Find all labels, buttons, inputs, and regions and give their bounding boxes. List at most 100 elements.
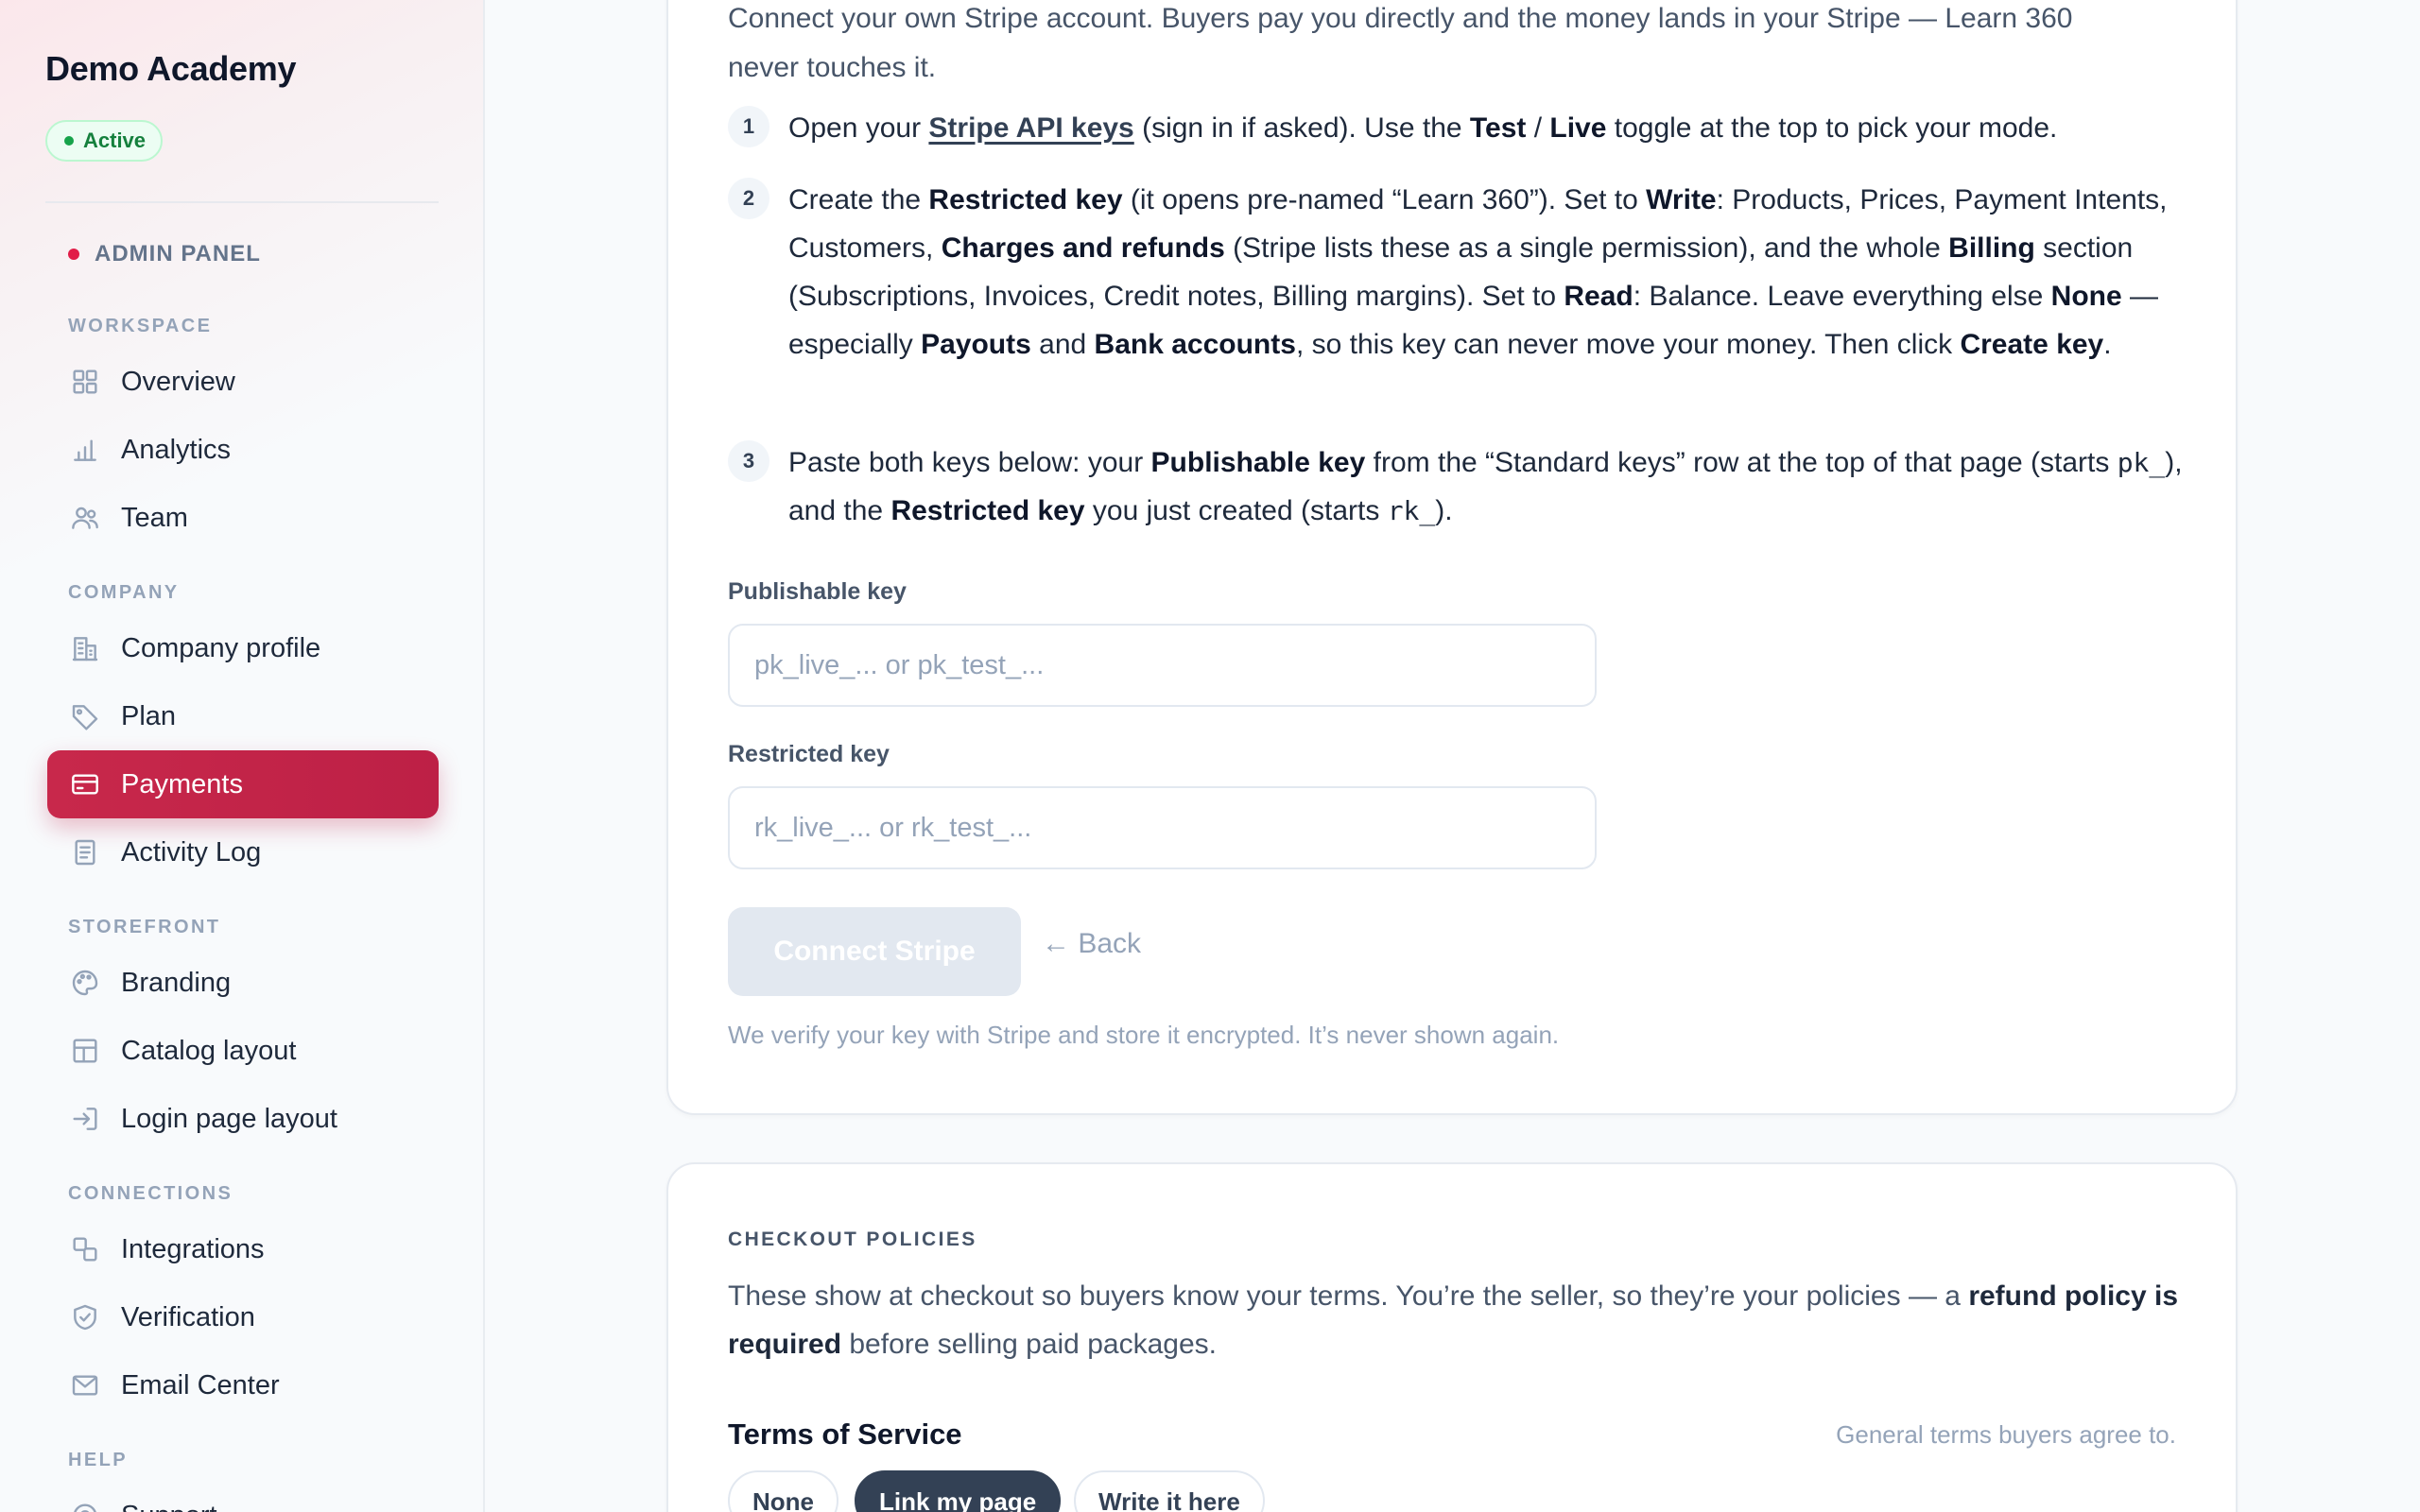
terms-of-service-title: Terms of Service — [728, 1418, 962, 1451]
step-text: Create the — [788, 184, 929, 215]
section-label-help: HELP — [68, 1450, 128, 1470]
sidebar-item-label: Activity Log — [121, 836, 262, 868]
brand-title: Demo Academy — [45, 49, 297, 88]
step-text: : Balance. Leave everything else — [1633, 281, 2051, 312]
step-text: / — [1526, 112, 1550, 144]
sidebar-item-activity-log[interactable]: Activity Log — [47, 818, 439, 886]
step-bold: Payouts — [921, 329, 1031, 360]
encryption-note: We verify your key with Stripe and store… — [728, 1021, 1560, 1049]
sidebar-item-catalog-layout[interactable]: Catalog layout — [47, 1017, 439, 1085]
sidebar-item-support[interactable]: Support — [47, 1482, 439, 1512]
terms-of-service-hint: General terms buyers agree to. — [1836, 1420, 2176, 1449]
step-bold: None — [2050, 281, 2122, 312]
admin-panel-text: ADMIN PANEL — [95, 241, 261, 266]
step-bold: Live — [1549, 112, 1607, 144]
sidebar-item-analytics[interactable]: Analytics — [47, 416, 439, 484]
sidebar-item-branding[interactable]: Branding — [47, 949, 439, 1017]
step-text: you just created (starts — [1084, 495, 1388, 526]
step-3-text: Paste both keys below: your Publishable … — [788, 438, 2187, 535]
checkout-policies-heading: CHECKOUT POLICIES — [728, 1228, 977, 1250]
sidebar-divider — [45, 201, 439, 203]
section-label-company: COMPANY — [68, 582, 180, 603]
stripe-intro-line-1: Connect your own Stripe account. Buyers … — [728, 3, 2073, 34]
sidebar-item-label: Team — [121, 502, 188, 533]
tos-option-link-my-page[interactable]: Link my page — [855, 1470, 1062, 1512]
stripe-intro: Connect your own Stripe account. Buyers … — [728, 0, 2184, 93]
publishable-key-label: Publishable key — [728, 578, 907, 605]
bar-chart-icon — [68, 433, 102, 467]
step-text: (sign in if asked). Use the — [1133, 112, 1470, 144]
step-bold: Bank accounts — [1094, 329, 1296, 360]
users-icon — [68, 501, 102, 535]
status-label: Active — [83, 129, 147, 152]
step-bold: Charges and refunds — [941, 232, 1225, 264]
sidebar-item-login-page-layout[interactable]: Login page layout — [47, 1085, 439, 1153]
sidebar-item-label: Login page layout — [121, 1103, 337, 1134]
tos-option-write-it-here[interactable]: Write it here — [1074, 1470, 1265, 1512]
step-2-text: Create the Restricted key (it opens pre-… — [788, 176, 2187, 369]
sidebar: Demo Academy Active ADMIN PANEL WORKSPAC… — [0, 0, 485, 1512]
sidebar-item-team[interactable]: Team — [47, 484, 439, 552]
step-1-text: Open your Stripe API keys (sign in if as… — [788, 104, 2187, 152]
restricted-key-input[interactable] — [728, 786, 1597, 869]
mail-icon — [68, 1368, 102, 1402]
step-text: . — [2103, 329, 2112, 360]
step-text: , so this key can never move your money.… — [1295, 329, 1961, 360]
step-code: pk_ — [2117, 447, 2166, 478]
credit-card-icon — [68, 767, 102, 801]
step-bold: Test — [1469, 112, 1527, 144]
sidebar-item-email-center[interactable]: Email Center — [47, 1351, 439, 1419]
step-text: and — [1030, 329, 1095, 360]
step-number: 2 — [728, 178, 769, 219]
step-number: 3 — [728, 440, 769, 482]
sidebar-item-label: Plan — [121, 700, 177, 731]
support-icon — [68, 1499, 102, 1512]
step-bold: Billing — [1948, 232, 2035, 264]
sidebar-item-label: Verification — [121, 1301, 255, 1332]
sidebar-item-label: Support — [121, 1501, 217, 1512]
status-dot — [64, 136, 74, 146]
checkout-policies-description: These show at checkout so buyers know yo… — [728, 1272, 2203, 1368]
grid-icon — [68, 365, 102, 399]
sidebar-item-company-profile[interactable]: Company profile — [47, 614, 439, 682]
step-text: (Stripe lists these as a single permissi… — [1224, 232, 1949, 264]
section-label-workspace: WORKSPACE — [68, 316, 213, 336]
step-bold: Write — [1646, 184, 1717, 215]
shield-check-icon — [68, 1300, 102, 1334]
building-icon — [68, 631, 102, 665]
step-text: Open your — [788, 112, 929, 144]
section-label-storefront: STOREFRONT — [68, 917, 221, 937]
step-bold: Read — [1564, 281, 1634, 312]
restricted-key-label: Restricted key — [728, 741, 890, 767]
sidebar-item-verification[interactable]: Verification — [47, 1283, 439, 1351]
policies-text: These show at checkout so buyers know yo… — [728, 1280, 1969, 1312]
policies-text: before selling paid packages. — [841, 1329, 1217, 1360]
step-number: 1 — [728, 106, 769, 147]
stripe-intro-line-2: never touches it. — [728, 52, 937, 83]
sidebar-item-label: Analytics — [121, 434, 232, 465]
step-code: rk_ — [1387, 495, 1436, 526]
tag-icon — [68, 699, 102, 733]
step-text: (it opens pre-named “Learn 360”). Set to — [1122, 184, 1647, 215]
sidebar-item-label: Email Center — [121, 1369, 280, 1400]
sidebar-item-payments[interactable]: Payments — [47, 750, 439, 818]
login-icon — [68, 1102, 102, 1136]
sidebar-item-label: Overview — [121, 366, 235, 397]
publishable-key-input[interactable] — [728, 624, 1597, 707]
stripe-api-keys-link[interactable]: Stripe API keys — [928, 112, 1133, 144]
back-link[interactable]: ← Back — [1042, 928, 1141, 960]
admin-dot — [68, 249, 79, 260]
tos-option-none[interactable]: None — [728, 1470, 838, 1512]
status-badge: Active — [45, 120, 164, 162]
palette-icon — [68, 966, 102, 1000]
sidebar-item-overview[interactable]: Overview — [47, 348, 439, 416]
layout-icon — [68, 1034, 102, 1068]
section-label-connections: CONNECTIONS — [68, 1183, 233, 1204]
step-text: ). — [1435, 495, 1453, 526]
sidebar-item-label: Catalog layout — [121, 1035, 297, 1066]
connect-stripe-button[interactable]: Connect Stripe — [728, 907, 1021, 996]
sidebar-item-plan[interactable]: Plan — [47, 682, 439, 750]
sidebar-item-integrations[interactable]: Integrations — [47, 1215, 439, 1283]
integrations-icon — [68, 1232, 102, 1266]
sidebar-item-label: Company profile — [121, 632, 321, 663]
